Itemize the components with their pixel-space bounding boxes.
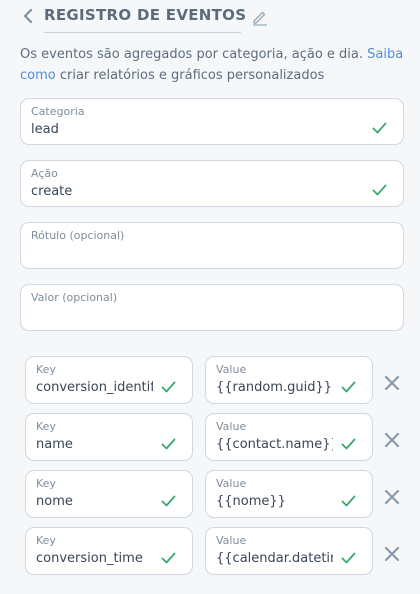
check-icon [341,438,356,450]
key-label: Key [36,534,56,547]
value-input[interactable]: {{contact.name}} [216,437,333,452]
extra-key-field[interactable]: Key nome [25,470,193,518]
close-icon[interactable] [384,546,400,562]
key-label: Key [36,420,56,433]
check-icon [341,552,356,564]
category-label: Categoria [31,105,85,118]
description-suffix: criar relatórios e gráficos personalizad… [55,68,325,83]
action-input[interactable]: create [31,184,72,199]
action-label: Ação [31,167,58,180]
category-field[interactable]: Categoria lead [20,98,404,145]
category-input[interactable]: lead [31,122,59,137]
action-field[interactable]: Ação create [20,160,404,207]
check-icon [372,184,387,196]
check-icon [161,438,176,450]
extra-value-field[interactable]: Value {{contact.name}} [205,413,373,461]
check-icon [341,381,356,393]
label-optional-label: Rótulo (opcional) [31,229,125,242]
value-label: Value [216,534,247,547]
close-icon[interactable] [384,375,400,391]
value-label: Value [216,363,247,376]
key-label: Key [36,477,56,490]
value-label: Value [216,477,247,490]
check-icon [161,495,176,507]
extra-key-field[interactable]: Key conversion_time [25,527,193,575]
key-input[interactable]: nome [36,494,153,509]
extra-value-field[interactable]: Value {{nome}} [205,470,373,518]
title-underline [44,32,241,33]
extra-value-field[interactable]: Value {{calendar.datetime}} [205,527,373,575]
extra-value-field[interactable]: Value {{random.guid}} [205,356,373,404]
value-input[interactable]: {{nome}} [216,494,333,509]
value-input[interactable]: {{calendar.datetime}} [216,551,333,566]
description-prefix: Os eventos são agregados por categoria, … [20,47,368,62]
description-text: Os eventos são agregados por categoria, … [20,44,405,86]
chevron-left-icon[interactable] [20,8,36,24]
extra-key-field[interactable]: Key conversion_identifier [25,356,193,404]
value-label: Value [216,420,247,433]
check-icon [161,552,176,564]
close-icon[interactable] [384,489,400,505]
label-optional-field[interactable]: Rótulo (opcional) [20,222,404,269]
key-input[interactable]: name [36,437,153,452]
page-title[interactable]: REGISTRO DE EVENTOS [44,6,246,24]
extra-key-field[interactable]: Key name [25,413,193,461]
check-icon [161,381,176,393]
close-icon[interactable] [384,432,400,448]
pencil-icon[interactable] [251,8,269,26]
value-optional-label: Valor (opcional) [31,291,118,304]
check-icon [372,122,387,134]
key-input[interactable]: conversion_identifier [36,380,153,395]
key-label: Key [36,363,56,376]
value-input[interactable]: {{random.guid}} [216,380,333,395]
header: REGISTRO DE EVENTOS [0,0,420,40]
check-icon [341,495,356,507]
value-optional-field[interactable]: Valor (opcional) [20,284,404,331]
key-input[interactable]: conversion_time [36,551,153,566]
